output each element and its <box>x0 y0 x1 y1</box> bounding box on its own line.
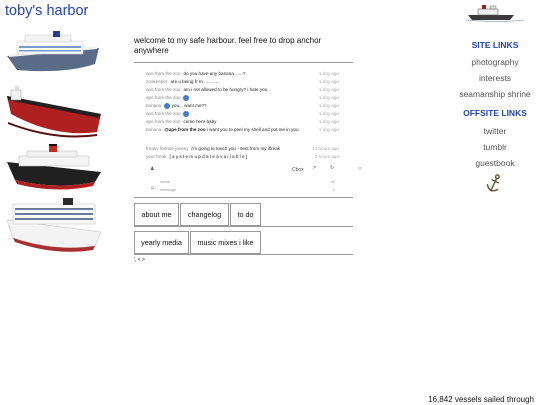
chat-message: ape from the zoo am i not allowed to be h… <box>146 87 339 93</box>
chat-time: 1 day ago <box>318 79 339 84</box>
chat-text: am i not allowed to be hungry? i hate yo… <box>183 87 268 92</box>
chat-author[interactable]: ape from the zoo <box>146 111 180 116</box>
cbox-link[interactable]: Cbox <box>292 167 304 173</box>
chat-message: banana @ape from the zoo i want you to pe… <box>146 127 339 133</box>
chat-message: freaky fortnite jonesy i'm going to touch… <box>146 146 339 152</box>
chat-author[interactable]: ape from the zoo <box>146 87 180 92</box>
chat-text: i'm going to touch you - sent from my if… <box>191 146 281 151</box>
cargo-ship-image <box>5 84 103 140</box>
chat-message: banana you... want me?? 1 day ago <box>146 103 339 109</box>
name-char-count: 40 <box>330 179 335 184</box>
visitor-counter: 16,842 vessels sailed through <box>428 395 534 404</box>
cruise-ship-image <box>5 30 103 76</box>
ocean-liner-image <box>5 142 103 192</box>
chat-time: 1 day ago <box>318 119 339 124</box>
chat-text: you... want me?? <box>171 103 207 109</box>
changelog-button[interactable]: changelog <box>180 203 229 226</box>
chat-text: are u being fr rn............. <box>170 79 220 84</box>
guestbook-link[interactable]: guestbook <box>455 158 535 168</box>
chat-text: i want you to peel my shell and put me i… <box>206 127 299 132</box>
chat-message: ape from the zoo 1 day ago <box>146 95 339 101</box>
chat-text: do you have any banana.......? <box>183 71 246 76</box>
chat-text: [ a y s t e m u p d a t e a v a i l a b … <box>169 154 248 159</box>
to-do-button[interactable]: to do <box>230 203 261 226</box>
message-field[interactable]: message <box>160 187 176 192</box>
chat-message: ape from the zoo 1 day ago <box>146 111 339 117</box>
welcome-message: welcome to my safe harbour. feel free to… <box>134 36 322 55</box>
chat-author[interactable]: banana <box>146 103 161 108</box>
chat-author[interactable]: ape from the zoo <box>146 119 180 124</box>
chat-author[interactable]: ape from the zoo <box>146 95 180 100</box>
chat-author[interactable]: your freak <box>146 154 166 159</box>
photography-link[interactable]: photography <box>455 57 535 67</box>
refresh-icon[interactable]: ↻ <box>330 165 334 171</box>
anchor-icon <box>486 173 502 200</box>
music-mixes-button[interactable]: music mixes i like <box>190 231 261 254</box>
smiley-icon <box>164 103 171 109</box>
footnote-text: ', < > <box>134 257 145 263</box>
twitter-link[interactable]: twitter <box>455 126 535 136</box>
chat-time: 1 day ago <box>318 71 339 76</box>
chat-time: 3 hours ago <box>314 154 339 159</box>
cbox-chat: ape from the zoo do you have any banana..… <box>134 62 362 198</box>
interests-link[interactable]: interests <box>455 73 535 83</box>
chat-time: 12 hours ago <box>312 146 339 151</box>
chat-message: zookeeper are u being fr rn............. … <box>146 79 339 85</box>
emoji-icon[interactable]: ☺ <box>150 185 155 191</box>
tumblr-link[interactable]: tumblr <box>455 142 535 152</box>
offsite-links-heading: OFFSITE LINKS <box>463 108 527 118</box>
chat-time: 1 day ago <box>318 111 339 116</box>
chat-text: come here baby <box>183 119 217 124</box>
chat-message: ape from the zoo come here baby 1 day ago <box>146 119 339 125</box>
tugboat-logo <box>465 3 525 28</box>
chat-author[interactable]: ape from the zoo <box>146 71 180 76</box>
about-me-button[interactable]: about me <box>134 203 179 226</box>
divider <box>134 226 353 227</box>
seamanship-shrine-link[interactable]: seamanship shrine <box>455 89 535 99</box>
name-field[interactable]: name <box>160 179 170 184</box>
chat-message: ape from the zoo do you have any banana..… <box>146 71 339 77</box>
chat-author[interactable]: banana <box>146 127 161 132</box>
site-title: toby's harbor <box>5 3 89 19</box>
message-char-count: 1 <box>332 187 335 192</box>
yearly-media-button[interactable]: yearly media <box>134 231 189 254</box>
site-links-heading: SITE LINKS <box>471 40 519 50</box>
external-link-icon[interactable]: ↗ <box>312 165 316 171</box>
smiley-icon <box>183 95 190 101</box>
chat-time: 1 day ago <box>318 95 339 100</box>
smiley-icon <box>183 111 190 117</box>
chat-author[interactable]: freaky fortnite jonesy <box>146 146 188 151</box>
chat-time: 1 day ago <box>318 127 339 132</box>
chat-time: 1 day ago <box>318 103 339 108</box>
user-icon[interactable]: ♟ <box>150 166 154 172</box>
divider <box>134 254 353 255</box>
chat-message: your freak[ a y s t e m u p d a t e a v … <box>146 154 339 160</box>
large-cruise-ship-image <box>5 196 103 254</box>
chat-time: 1 day ago <box>318 87 339 92</box>
chat-mention: @ape from the zoo <box>164 127 206 132</box>
chat-author[interactable]: zookeeper <box>146 79 167 84</box>
status-circle-icon: ○ <box>358 166 362 172</box>
